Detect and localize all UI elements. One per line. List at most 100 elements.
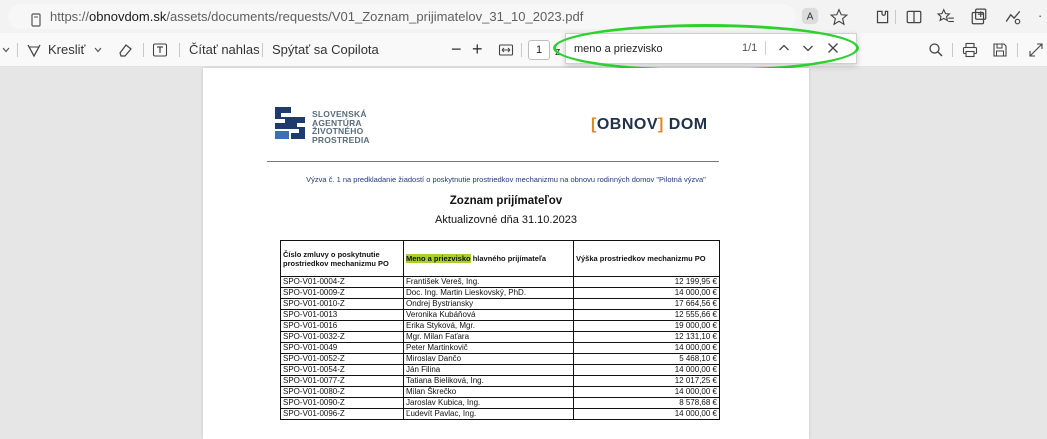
cell-name: Ondrej Bystriansky [403,298,574,310]
toolbar-divider [1017,43,1018,57]
next-result-icon[interactable] [802,42,814,54]
cell-amount: 14 000,00 € [573,287,720,299]
chevron-down-icon [94,47,102,52]
toolbar-divider [895,10,896,24]
toolbar-divider [952,43,953,57]
table-header-row: Číslo zmluvy o poskytnutie prostriedkov … [280,240,720,277]
eraser-icon[interactable] [117,42,133,58]
more-icon[interactable]: · [1038,8,1042,23]
find-divider [765,41,766,55]
cell-name: Veronika Kubáňová [403,309,574,321]
expand-icon[interactable] [1028,42,1044,58]
ask-copilot-button[interactable]: Spýtať sa Copilota [272,33,379,66]
cell-name: František Vereš, Ing. [403,276,574,288]
cell-amount: 14 000,00 € [573,408,720,420]
cell-name: Erika Styková, Mgr. [403,320,574,332]
plus-icon: + [472,39,483,59]
url-field[interactable]: https://obnovdom.sk/assets/documents/req… [8,4,796,29]
cell-amount: 12 555,66 € [573,309,720,321]
table-row: SPO-V01-0054-Z Ján Filina 14 000,00 € [280,364,720,376]
fit-to-width-icon[interactable] [498,42,514,58]
read-aloud-button[interactable]: Čítať nahlas [189,33,260,66]
table-row: SPO-V01-0077-Z Tatiana Bieliková, Ing. 12 … [280,375,720,387]
cell-name: Doc. Ing. Martin Lieskovský, PhD. [403,287,574,299]
cell-name: Peter Martinkovič [403,342,574,354]
cell-amount: 17 664,56 € [573,298,720,310]
svg-text:A: A [807,12,814,23]
cell-amount: 14 000,00 € [573,342,720,354]
find-result-count: 1/1 [742,42,758,54]
split-screen-icon[interactable] [905,8,923,26]
cell-contract: SPO-V01-0096-Z [280,408,404,420]
favorite-star-icon[interactable] [830,8,848,26]
table-row: SPO-V01-0032-Z Mgr. Milan Faťara 12 131,10… [280,331,720,343]
cell-contract: SPO-V01-0016 [280,320,404,332]
table-row: SPO-V01-0009-Z Doc. Ing. Martin Lieskovsk… [280,287,720,299]
chevron-down-icon[interactable] [2,46,10,54]
zoom-in-button[interactable]: + [472,33,483,66]
cell-amount: 5 468,10 € [573,353,720,365]
url-prefix: https:// [50,9,90,24]
find-input[interactable] [572,39,736,59]
close-icon[interactable] [827,42,839,54]
read-aloud-label: Čítať nahlas [189,42,260,57]
read-aloud-icon[interactable]: A [801,7,819,25]
header-divider [267,161,719,162]
find-bar: 1/1 [565,33,857,64]
page-total-label: z [555,45,561,58]
draw-icon [27,44,41,57]
toolbar-divider [521,43,522,57]
table-body: SPO-V01-0004-Z František Vereš, Ing. 12 19… [280,276,720,420]
cell-amount: 14 000,00 € [573,386,720,398]
toolbar-divider [143,43,144,57]
brand-main: OBNOV [596,116,658,133]
cell-amount: 12 199,95 € [573,276,720,288]
search-highlight: Meno a priezvisko [406,254,471,263]
extensions-icon[interactable] [873,8,891,26]
cell-contract: SPO-V01-0010-Z [280,298,404,310]
cell-contract: SPO-V01-0052-Z [280,353,404,365]
cell-contract: SPO-V01-0004-Z [280,276,404,288]
previous-result-icon[interactable] [778,42,790,54]
cell-amount: 14 000,00 € [573,364,720,376]
url-path: /assets/documents/requests/V01_Zoznam_pr… [166,9,584,24]
document-subtitle: Aktualizovné dňa 31.10.2023 [435,214,577,226]
cell-name: Ján Filina [403,364,574,376]
call-description: Výzva č. 1 na predkladanie žiadostí o po… [306,175,706,184]
agency-logo-line: PROSTREDIA [312,134,370,145]
toolbar-divider [262,43,263,57]
table-row: SPO-V01-0049 Peter Martinkovič 14 000,00 € [280,342,720,354]
collections-icon[interactable] [970,8,988,26]
performance-icon[interactable] [1004,8,1022,26]
header-name-rest: hlavného prijímateľa [470,254,547,263]
cell-contract: SPO-V01-0080-Z [280,386,404,398]
ask-copilot-label: Spýtať sa Copilota [272,42,379,57]
page-info-icon[interactable] [30,13,42,27]
text-box-icon[interactable] [152,42,168,58]
cell-contract: SPO-V01-0049 [280,342,404,354]
cell-amount: 19 000,00 € [573,320,720,332]
zoom-out-button[interactable]: − [451,33,462,66]
search-icon[interactable] [928,42,944,58]
brand-suffix: DOM [663,116,708,133]
sazp-logo-icon [275,107,305,139]
cell-contract: SPO-V01-0054-Z [280,364,404,376]
table-row: SPO-V01-0004-Z František Vereš, Ing. 12 19… [280,276,720,288]
table-row: SPO-V01-0096-Z Ľudevít Pavlac, Ing. 14 000… [280,408,720,420]
recipients-table: Číslo zmluvy o poskytnutie prostriedkov … [280,240,720,420]
table-row: SPO-V01-0052-Z Miroslav Dančo 5 468,10 € [280,353,720,365]
table-row: SPO-V01-0090-Z Jaroslav Kubica, Ing. 8 578… [280,397,720,409]
document-title: Zoznam prijímateľov [449,195,563,207]
favorites-icon[interactable] [937,8,955,26]
draw-button[interactable]: Kresliť [26,33,102,66]
pdf-page: SLOVENSKÁ AGENTÚRA ŽIVOTNÉHO PROSTREDIA … [203,68,809,439]
table-row: SPO-V01-0010-Z Ondrej Bystriansky 17 664,5… [280,298,720,310]
print-icon[interactable] [962,42,978,58]
page-number-input[interactable]: 1 [528,40,550,60]
cell-name: Mgr. Milan Faťara [403,331,574,343]
cell-contract: SPO-V01-0032-Z [280,331,404,343]
url-host: obnovdom.sk [89,9,167,24]
save-icon[interactable] [992,42,1008,58]
cell-contract: SPO-V01-0013 [280,309,404,321]
obnovdom-logo: [OBNOV] DOM [591,116,708,134]
